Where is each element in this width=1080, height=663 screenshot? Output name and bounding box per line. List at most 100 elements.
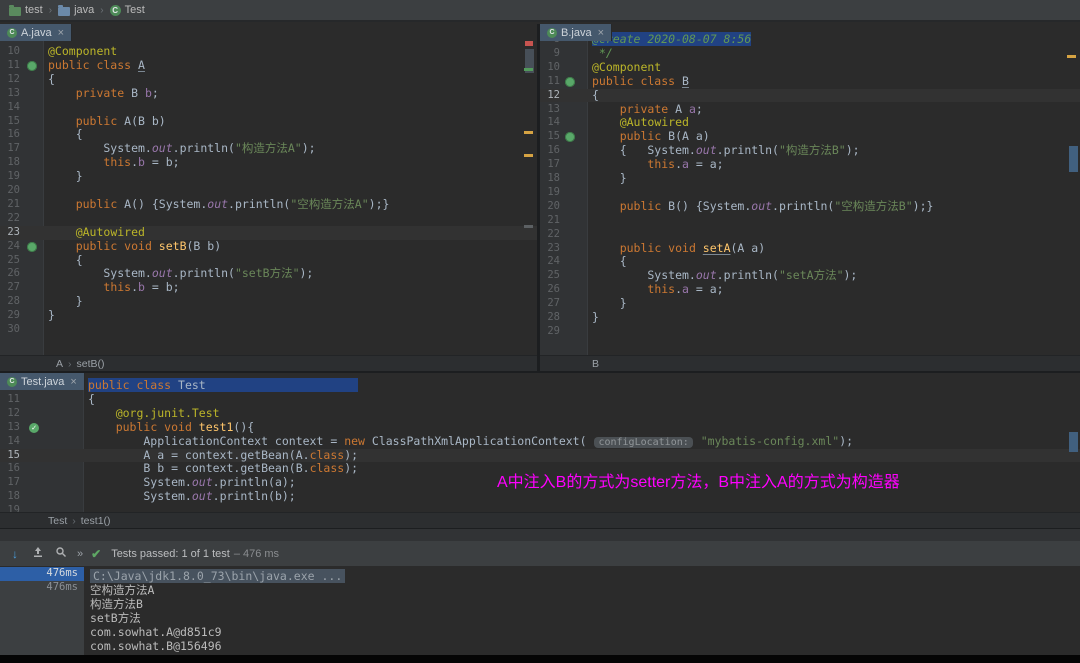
- spring-icon[interactable]: [565, 77, 575, 87]
- close-icon[interactable]: ×: [598, 27, 604, 39]
- code-line[interactable]: 30: [0, 323, 537, 337]
- code-line[interactable]: 8@create 2020-08-07 8:56: [540, 33, 1080, 47]
- code-line[interactable]: 20: [0, 184, 537, 198]
- code-line[interactable]: 25 System.out.println("setA方法");: [540, 269, 1080, 283]
- code-line[interactable]: 26 System.out.println("setB方法");: [0, 267, 537, 281]
- scrollbar-thumb[interactable]: [1069, 432, 1078, 452]
- spring-icon[interactable]: [27, 61, 37, 71]
- code-line[interactable]: 14 @Autowired: [540, 116, 1080, 130]
- code-line[interactable]: 11public class A: [0, 59, 537, 73]
- code-text: @org.junit.Test: [88, 407, 220, 421]
- tab-label: A.java: [21, 27, 52, 39]
- code-text: private A a;: [592, 103, 703, 117]
- console-line[interactable]: 空构造方法A: [90, 583, 1080, 597]
- breadcrumb-item[interactable]: B: [592, 358, 599, 370]
- breadcrumb-item[interactable]: test1(): [81, 515, 111, 527]
- navigate-down-icon[interactable]: ↓: [8, 547, 22, 561]
- more-chevrons-icon[interactable]: »: [77, 548, 82, 560]
- spring-icon[interactable]: [565, 132, 575, 142]
- console-line[interactable]: setB方法: [90, 611, 1080, 625]
- code-line[interactable]: 14 ApplicationContext context = new Clas…: [0, 435, 1080, 449]
- code-line[interactable]: 17 this.a = a;: [540, 158, 1080, 172]
- code-line[interactable]: 22: [0, 212, 537, 226]
- code-line[interactable]: 17 System.out.println("构造方法A");: [0, 142, 537, 156]
- code-line[interactable]: 12 @org.junit.Test: [0, 407, 1080, 421]
- tab-a-java[interactable]: C A.java ×: [0, 24, 72, 41]
- breadcrumb-item[interactable]: setB(): [77, 358, 105, 370]
- code-line[interactable]: 15 A a = context.getBean(A.class);: [0, 449, 1080, 463]
- code-line[interactable]: 10@Component: [0, 45, 537, 59]
- scrollbar-thumb[interactable]: [1069, 146, 1078, 172]
- code-line[interactable]: 26 this.a = a;: [540, 283, 1080, 297]
- code-line[interactable]: 10public class Test: [0, 379, 1080, 393]
- code-line[interactable]: 25 {: [0, 254, 537, 268]
- console-line[interactable]: C:\Java\jdk1.8.0_73\bin\java.exe ...: [90, 569, 345, 583]
- code-line[interactable]: 13✓ public void test1(){: [0, 421, 1080, 435]
- code-text: public A(B b): [48, 115, 166, 129]
- breadcrumb-item[interactable]: Test: [48, 515, 67, 527]
- export-icon[interactable]: [31, 546, 45, 561]
- code-line[interactable]: 11public class B: [540, 75, 1080, 89]
- nav-item-test[interactable]: test: [6, 3, 46, 17]
- test-tree-row[interactable]: 476ms: [0, 567, 84, 581]
- code-line[interactable]: 22: [540, 228, 1080, 242]
- tab-test-java[interactable]: C Test.java ×: [0, 373, 85, 390]
- tab-label: Test.java: [21, 376, 64, 388]
- code-line[interactable]: 19: [540, 186, 1080, 200]
- test-tree[interactable]: 476ms 476ms: [0, 567, 85, 655]
- code-line[interactable]: 23 public void setA(A a): [540, 242, 1080, 256]
- code-line[interactable]: 16 { System.out.println("构造方法B");: [540, 144, 1080, 158]
- code-line[interactable]: 13 private A a;: [540, 103, 1080, 117]
- breadcrumb-item[interactable]: A: [56, 358, 63, 370]
- code-line[interactable]: 15 public A(B b): [0, 115, 537, 129]
- code-line[interactable]: 20 public B() {System.out.println("空构造方法…: [540, 200, 1080, 214]
- code-line[interactable]: 29: [540, 325, 1080, 339]
- code-line[interactable]: 27 }: [540, 297, 1080, 311]
- tab-b-java[interactable]: C B.java ×: [540, 24, 612, 41]
- console-line[interactable]: com.sowhat.B@156496: [90, 639, 1080, 653]
- code-line[interactable]: 24 public void setB(B b): [0, 240, 537, 254]
- code-line[interactable]: 9 */: [540, 47, 1080, 61]
- code-line[interactable]: 12{: [540, 89, 1080, 103]
- code-text: public void setB(B b): [48, 240, 221, 254]
- console-line[interactable]: com.sowhat.A@d851c9: [90, 625, 1080, 639]
- spring-icon[interactable]: [27, 242, 37, 252]
- filter-icon[interactable]: [54, 546, 68, 561]
- line-number: 12: [2, 73, 20, 87]
- code-line[interactable]: 15 public B(A a): [540, 130, 1080, 144]
- code-line[interactable]: 29}: [0, 309, 537, 323]
- code-line[interactable]: 18 this.b = b;: [0, 156, 537, 170]
- code-line[interactable]: 18 System.out.println(b);: [0, 490, 1080, 504]
- nav-label: Test: [125, 4, 145, 16]
- editor-b-java[interactable]: C B.java × 8@create 2020-08-07 8:569 */1…: [540, 24, 1080, 355]
- code-line[interactable]: 28 }: [0, 295, 537, 309]
- line-number: 17: [2, 142, 20, 156]
- code-line[interactable]: 18 }: [540, 172, 1080, 186]
- code-line[interactable]: 16 {: [0, 128, 537, 142]
- line-number: 13: [2, 87, 20, 101]
- line-number: 15: [542, 130, 560, 144]
- code-line[interactable]: 14: [0, 101, 537, 115]
- console-line[interactable]: 构造方法B: [90, 597, 1080, 611]
- editor-a-java[interactable]: C A.java × 10@Component11public class A1…: [0, 24, 537, 355]
- code-line[interactable]: 24 {: [540, 255, 1080, 269]
- code-line[interactable]: 23 @Autowired: [0, 226, 537, 240]
- code-line[interactable]: 10@Component: [540, 61, 1080, 75]
- code-line[interactable]: 12{: [0, 73, 537, 87]
- code-line[interactable]: 28}: [540, 311, 1080, 325]
- close-icon[interactable]: ×: [70, 376, 76, 388]
- run-pass-icon[interactable]: ✓: [29, 423, 39, 433]
- test-tree-row[interactable]: 476ms: [0, 581, 84, 595]
- code-line[interactable]: 21: [540, 214, 1080, 228]
- code-line[interactable]: 13 private B b;: [0, 87, 537, 101]
- code-line[interactable]: 27 this.b = b;: [0, 281, 537, 295]
- code-line[interactable]: 11{: [0, 393, 1080, 407]
- class-icon: C: [547, 28, 557, 38]
- close-icon[interactable]: ×: [58, 27, 64, 39]
- nav-item-Test[interactable]: C Test: [107, 3, 148, 17]
- run-console[interactable]: C:\Java\jdk1.8.0_73\bin\java.exe ...空构造方…: [86, 567, 1080, 655]
- nav-item-java[interactable]: java: [55, 3, 97, 17]
- code-line[interactable]: 21 public A() {System.out.println("空构造方法…: [0, 198, 537, 212]
- code-line[interactable]: 19: [0, 504, 1080, 512]
- code-line[interactable]: 19 }: [0, 170, 537, 184]
